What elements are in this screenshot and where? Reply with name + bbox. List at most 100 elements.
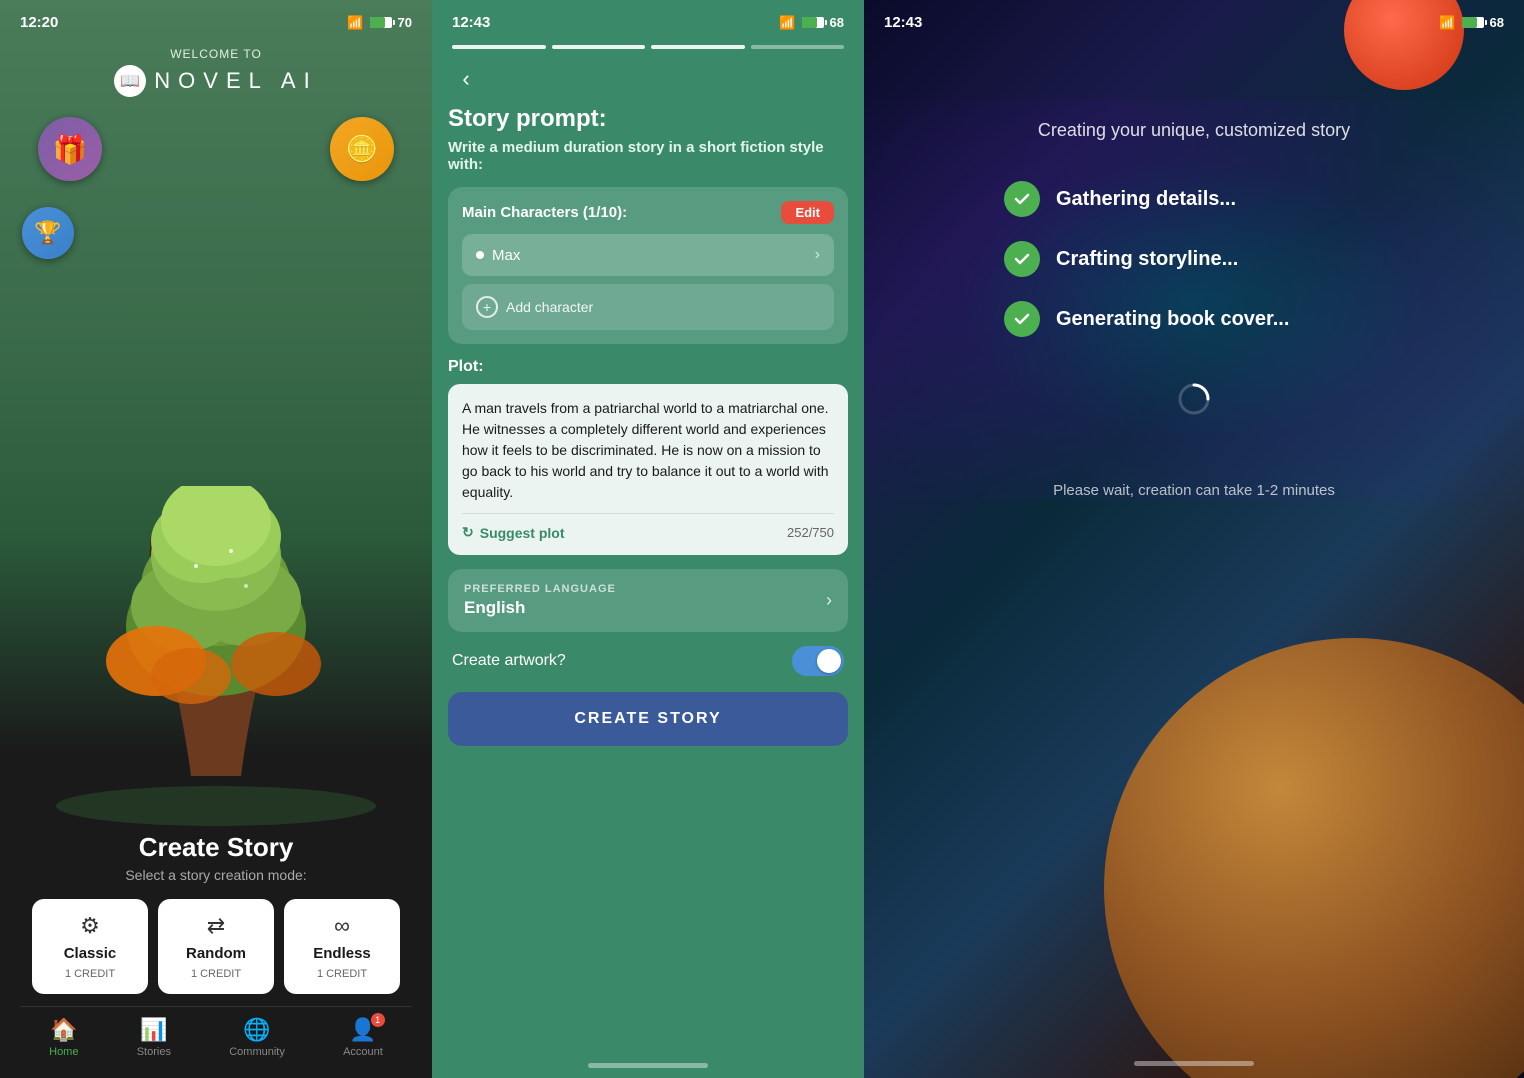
step-crafting-icon [1004,241,1040,277]
characters-header: Main Characters (1/10): Edit [462,201,834,224]
panel-generating: ✳ ✦ ✦ 12:43 📶 68 Creating your unique, c… [864,0,1524,1078]
tab-home[interactable]: 🏠 Home [49,1017,78,1058]
spinner-area [1176,381,1212,422]
edit-characters-button[interactable]: Edit [781,201,834,224]
random-mode-icon: ⇄ [207,913,225,939]
step-gathering-icon [1004,181,1040,217]
mode-card-classic[interactable]: ⚙ Classic 1 CREDIT [32,899,148,994]
plot-box: A man travels from a patriarchal world t… [448,384,848,555]
endless-mode-name: Endless [313,945,371,962]
classic-mode-credit: 1 CREDIT [65,968,115,980]
loading-spinner [1176,381,1212,417]
add-character-button[interactable]: + Add character [462,284,834,330]
plot-section: Plot: A man travels from a patriarchal w… [448,358,848,555]
generation-steps: Gathering details... Crafting storyline.… [1004,181,1384,361]
coin-icon[interactable]: 🪙 [330,117,394,181]
tab-account[interactable]: 👤 1 Account [343,1017,383,1058]
prog-seg-3 [651,45,745,49]
battery-pct-panel2: 68 [830,15,844,30]
plot-title: Plot: [448,358,848,376]
artwork-row: Create artwork? [448,646,848,676]
step-generating-label: Generating book cover... [1056,308,1289,331]
mode-card-random[interactable]: ⇄ Random 1 CREDIT [158,899,274,994]
time-panel2: 12:43 [452,14,490,31]
wifi-icon: 📶 [347,15,363,31]
language-selector[interactable]: PREFERRED LANGUAGE English › [448,569,848,632]
lang-value: English [464,598,616,618]
panel-story-form: 12:43 📶 68 ‹ Story prompt: Write a mediu… [432,0,864,1078]
tree-area: 🎁 🪙 🏆 [0,97,432,826]
character-name-max: Max [476,247,520,264]
panel-create-story: 12:20 📶 70 WELCOME TO 📖 NOVEL AI 🎁 🪙 🏆 [0,0,432,1078]
trophy-icon[interactable]: 🏆 [22,207,74,259]
characters-section: Main Characters (1/10): Edit Max › + Add… [448,187,848,344]
toggle-knob [817,649,841,673]
checkmark-icon-2 [1012,249,1032,269]
logo-text: NOVEL AI [154,68,317,94]
home-tab-label: Home [49,1046,78,1058]
story-prompt-title: Story prompt: [448,105,848,133]
char-arrow-icon: › [815,246,820,264]
tab-stories[interactable]: 📊 Stories [137,1017,171,1058]
mode-card-endless[interactable]: ∞ Endless 1 CREDIT [284,899,400,994]
battery-fill-panel1 [370,17,385,28]
logo-row: 📖 NOVEL AI [114,65,317,97]
stories-tab-icon: 📊 [140,1017,167,1043]
add-char-text: Add character [506,299,593,315]
account-tab-label: Account [343,1046,383,1058]
checkmark-icon-3 [1012,309,1032,329]
battery-fill-panel2 [802,17,817,28]
artwork-toggle[interactable] [792,646,844,676]
suggest-label: Suggest plot [480,525,565,541]
characters-title: Main Characters (1/10): [462,204,627,221]
back-button[interactable]: ‹ [448,61,484,97]
suggest-plot-button[interactable]: ↻ Suggest plot [462,524,565,541]
step-crafting: Crafting storyline... [1004,241,1384,277]
mode-cards-container: ⚙ Classic 1 CREDIT ⇄ Random 1 CREDIT ∞ E… [20,899,412,994]
gift-icon[interactable]: 🎁 [38,117,102,181]
create-story-button[interactable]: CREATE STORY [448,692,848,746]
bottom-section: Create Story Select a story creation mod… [0,816,432,1078]
classic-mode-icon: ⚙ [80,913,100,939]
create-story-title: Create Story [20,832,412,863]
random-mode-credit: 1 CREDIT [191,968,241,980]
statusbar-panel2: 12:43 📶 68 [432,0,864,37]
account-badge: 1 [371,1013,385,1027]
statusbar-panel1: 12:20 📶 70 [0,0,432,37]
create-story-sub: Select a story creation mode: [20,867,412,883]
stories-tab-label: Stories [137,1046,171,1058]
tab-bar: 🏠 Home 📊 Stories 🌐 Community 👤 1 Account [20,1006,412,1078]
logo-area: WELCOME TO 📖 NOVEL AI [114,47,317,97]
step-gathering-label: Gathering details... [1056,188,1236,211]
character-item-max[interactable]: Max › [462,234,834,276]
classic-mode-name: Classic [64,945,117,962]
book-logo-icon: 📖 [114,65,146,97]
lang-label: PREFERRED LANGUAGE [464,583,616,595]
refresh-icon: ↻ [462,524,474,541]
battery-icon-panel2 [802,17,824,28]
char-name-text: Max [492,247,520,264]
welcome-text: WELCOME TO [114,47,317,61]
wifi-icon-p2: 📶 [779,15,795,31]
battery-icon-panel1 [370,17,392,28]
progress-bar [432,37,864,57]
step-generating: Generating book cover... [1004,301,1384,337]
prog-seg-4 [751,45,845,49]
endless-mode-credit: 1 CREDIT [317,968,367,980]
random-mode-name: Random [186,945,246,962]
plot-text: A man travels from a patriarchal world t… [462,398,834,503]
tab-community[interactable]: 🌐 Community [229,1017,285,1058]
statusbar-right-panel2: 📶 68 [779,15,844,31]
plot-footer: ↻ Suggest plot 252/750 [462,513,834,541]
time-panel1: 12:20 [20,14,58,31]
community-tab-label: Community [229,1046,285,1058]
creating-text: Creating your unique, customized story [1038,120,1350,141]
prog-seg-1 [452,45,546,49]
step-crafting-label: Crafting storyline... [1056,248,1238,271]
lang-left: PREFERRED LANGUAGE English [464,583,616,618]
char-count: 252/750 [787,525,834,540]
checkmark-icon [1012,189,1032,209]
community-tab-icon: 🌐 [243,1017,270,1043]
char-dot [476,251,484,259]
artwork-label: Create artwork? [452,652,566,670]
